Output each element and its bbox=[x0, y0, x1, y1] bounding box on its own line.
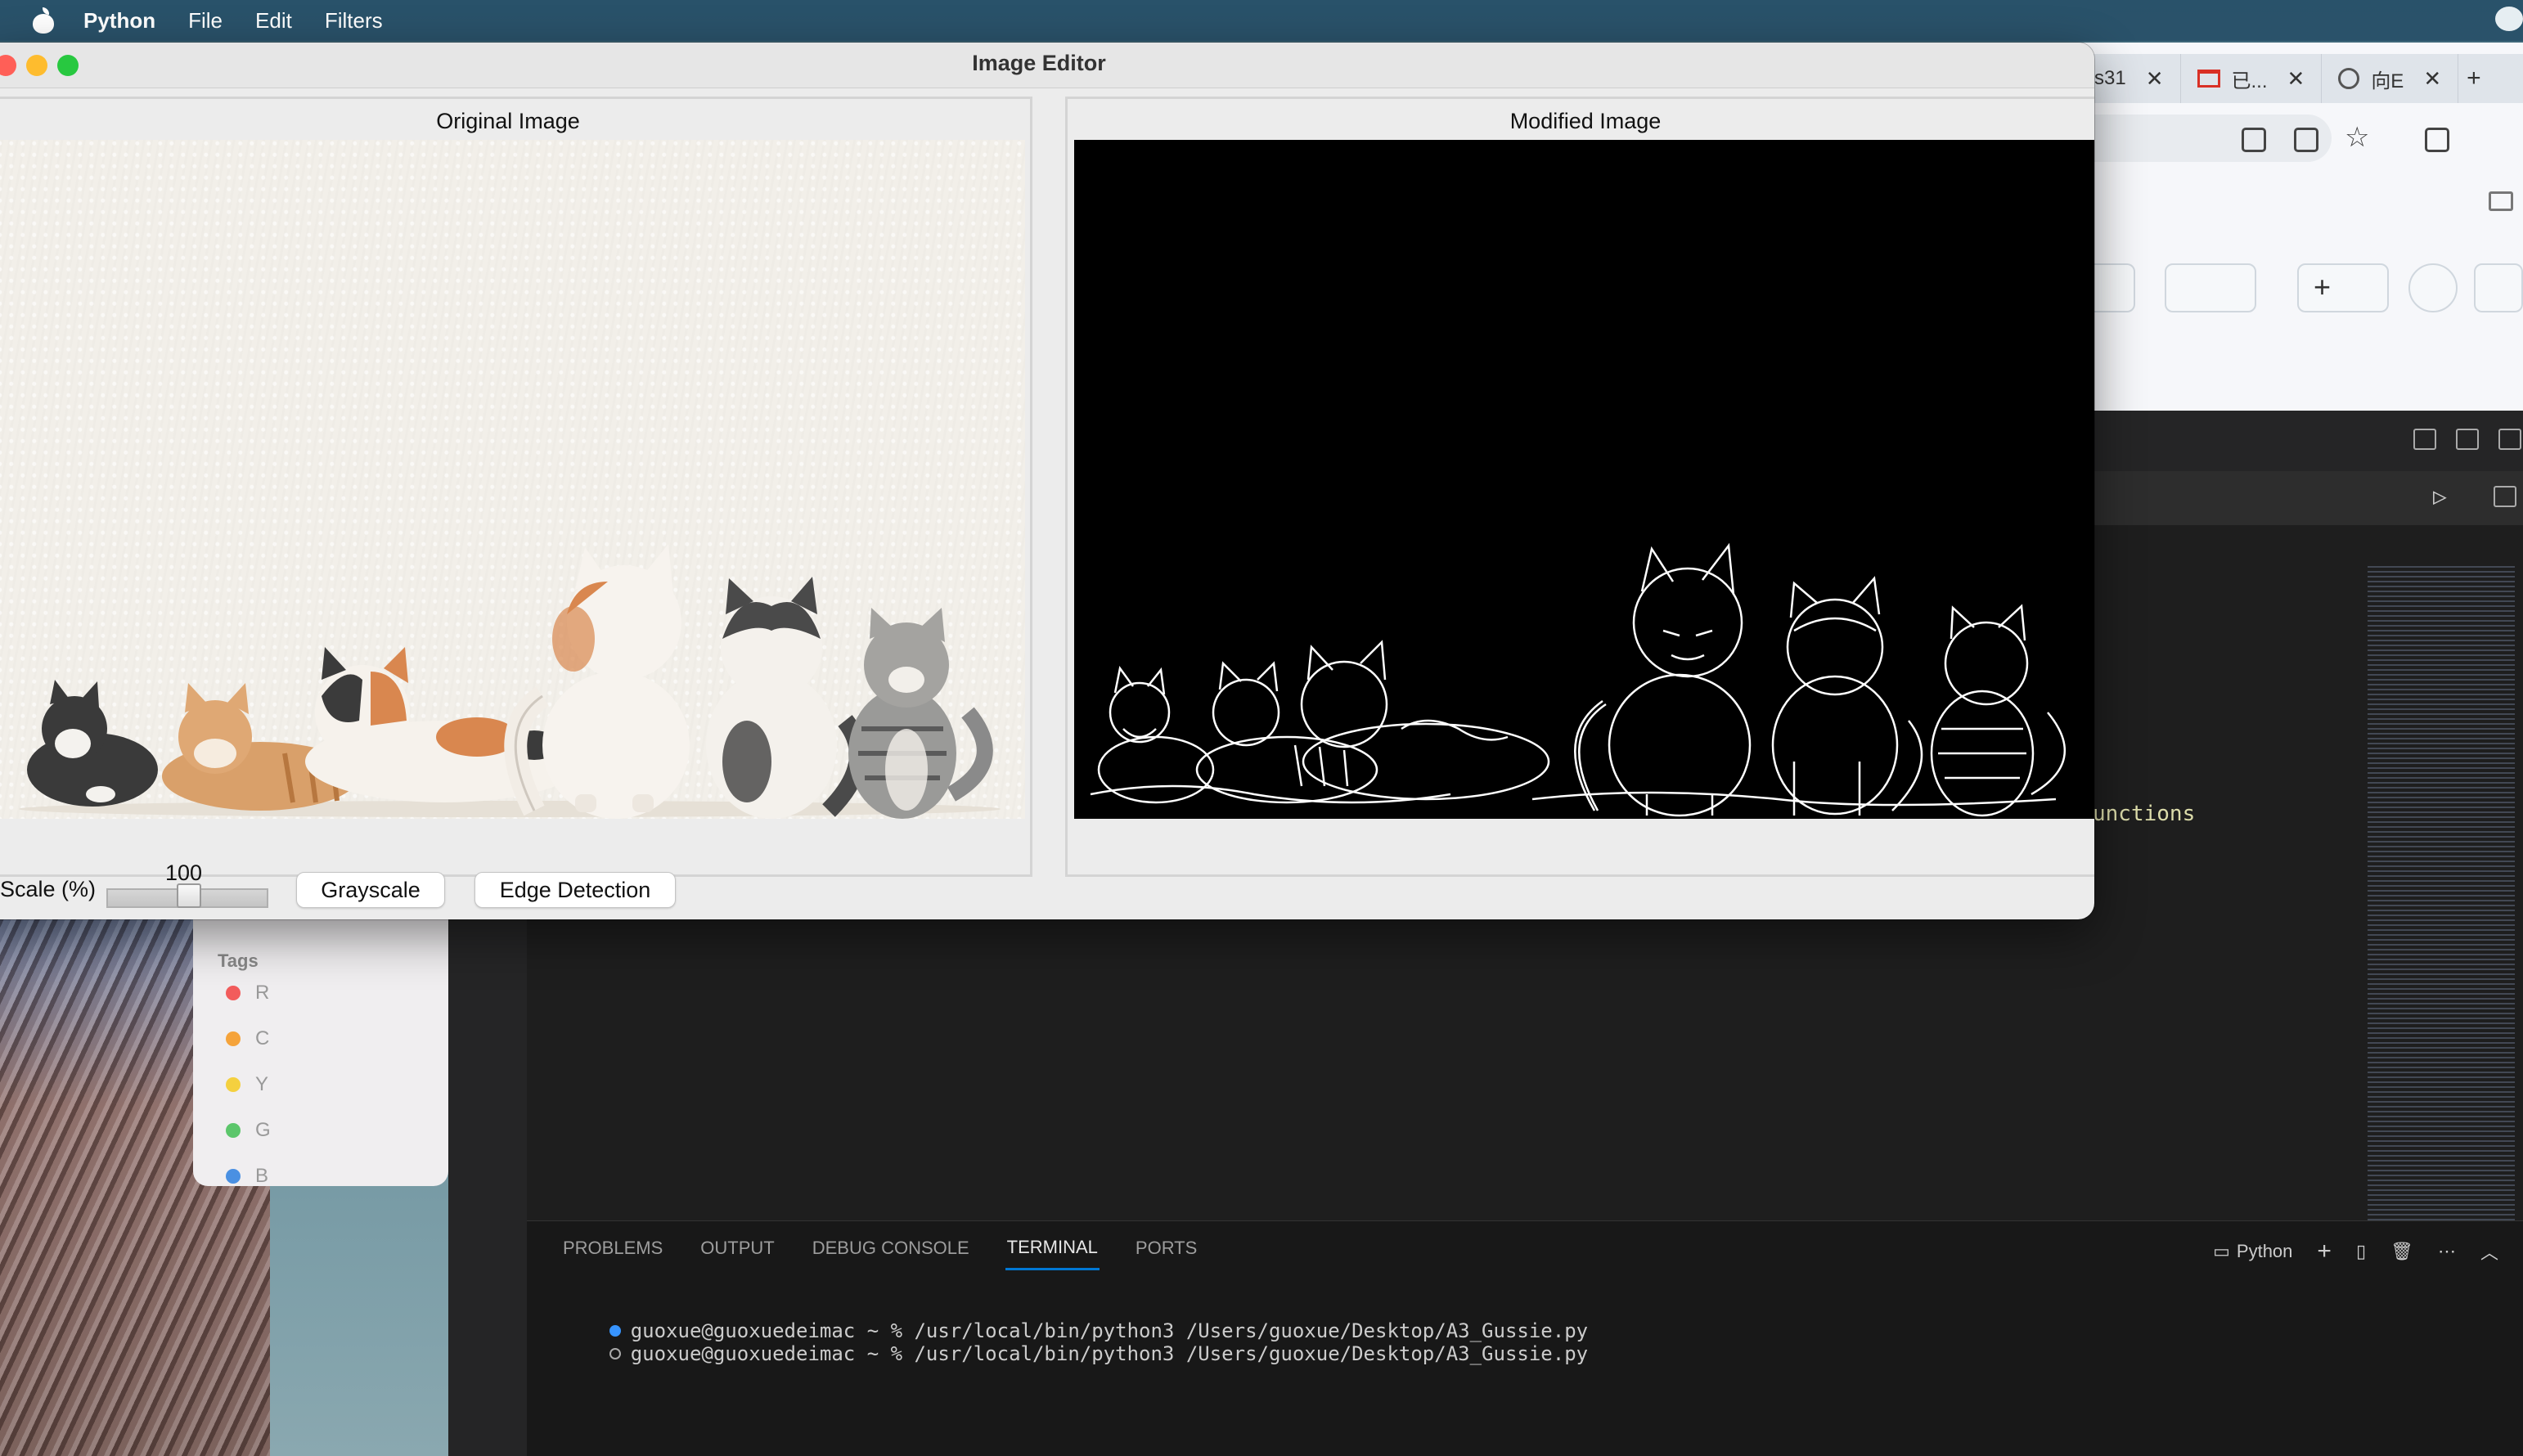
modified-image-label: Modified Image bbox=[1509, 109, 1662, 133]
slider-thumb[interactable] bbox=[177, 883, 201, 908]
tag-item[interactable]: R bbox=[226, 982, 438, 1014]
browser-tab-label: s31 bbox=[2094, 67, 2126, 89]
wechat-icon[interactable] bbox=[2495, 7, 2523, 31]
create-new-button[interactable]: + bbox=[2297, 263, 2389, 312]
menu-bar: Python File Edit Filters bbox=[0, 0, 2523, 41]
status-dot-hollow-icon bbox=[609, 1348, 621, 1359]
panel-tabs: PROBLEMS OUTPUT DEBUG CONSOLE TERMINAL P… bbox=[527, 1221, 1199, 1277]
menu-edit[interactable]: Edit bbox=[255, 8, 292, 34]
browser-tab[interactable]: 已... ✕ bbox=[2181, 54, 2323, 103]
modified-image-canvas[interactable] bbox=[1074, 140, 2094, 819]
edge-detected-cats bbox=[1090, 542, 2067, 817]
terminal-text: guoxue@guoxuedeimac ~ % /usr/local/bin/p… bbox=[630, 1342, 1589, 1365]
pull-requests-button[interactable] bbox=[2474, 263, 2523, 312]
grayscale-button[interactable]: Grayscale bbox=[296, 872, 445, 908]
tag-color-icon bbox=[226, 986, 241, 1000]
scale-value: 100 bbox=[165, 861, 203, 885]
tag-color-icon bbox=[226, 1123, 241, 1138]
tag-item[interactable]: C bbox=[226, 1027, 438, 1060]
controls-bar: Scale (%) 100 Grayscale Edge Detection bbox=[0, 861, 2094, 919]
tag-color-icon bbox=[226, 1031, 241, 1046]
repo-actions: + bbox=[2062, 263, 2523, 337]
star-icon[interactable]: ☆ bbox=[2345, 121, 2369, 154]
window-title: Image Editor bbox=[972, 51, 1106, 75]
terminal-line: guoxue@guoxuedeimac ~ % /usr/local/bin/p… bbox=[538, 1319, 1588, 1388]
toggle-sidebar-icon[interactable] bbox=[2413, 429, 2436, 450]
cats-illustration bbox=[19, 544, 1001, 819]
original-image-panel: Original Image bbox=[0, 97, 1032, 877]
tab-problems[interactable]: PROBLEMS bbox=[561, 1229, 664, 1269]
globe-icon bbox=[2338, 68, 2360, 89]
menu-file[interactable]: File bbox=[188, 8, 223, 34]
close-icon[interactable]: ✕ bbox=[2287, 66, 2305, 92]
tags-header: Tags bbox=[218, 950, 259, 971]
tag-label: Y bbox=[255, 1073, 269, 1095]
image-editor-window: Image Editor Original Image Modified Ima… bbox=[0, 43, 2094, 919]
new-terminal-icon[interactable]: + bbox=[2317, 1238, 2332, 1265]
install-icon[interactable] bbox=[2242, 128, 2266, 152]
extensions-icon[interactable] bbox=[2425, 128, 2449, 152]
tab-output[interactable]: OUTPUT bbox=[699, 1229, 776, 1269]
scale-label: Scale (%) bbox=[0, 877, 97, 901]
tag-color-icon bbox=[226, 1077, 241, 1092]
close-icon[interactable]: ✕ bbox=[2423, 66, 2441, 92]
split-terminal-icon[interactable]: ▯ bbox=[2356, 1241, 2366, 1262]
browser-tab-label: 向E bbox=[2371, 70, 2404, 92]
minimap[interactable] bbox=[2368, 566, 2515, 1220]
tag-item[interactable]: Y bbox=[226, 1073, 438, 1106]
tab-ports[interactable]: PORTS bbox=[1134, 1229, 1199, 1269]
tag-item[interactable]: B bbox=[226, 1165, 438, 1198]
browser-window: s31 ✕ 已... ✕ 向E ✕ + ☆ + bbox=[2062, 43, 2523, 411]
close-icon[interactable]: ✕ bbox=[2146, 66, 2164, 92]
folder-icon[interactable] bbox=[2489, 191, 2513, 211]
browser-tab-label: 已... bbox=[2231, 70, 2268, 92]
split-editor-icon[interactable] bbox=[2494, 486, 2516, 507]
copilot-button[interactable] bbox=[2165, 263, 2256, 312]
toggle-panel-icon[interactable] bbox=[2456, 429, 2479, 450]
chevron-up-icon[interactable]: ︿ bbox=[2480, 1238, 2498, 1265]
scale-slider[interactable] bbox=[106, 883, 268, 908]
original-image-canvas[interactable] bbox=[0, 140, 1025, 819]
panel-actions: ▭ Python + ▯ 🗑 ⋯ ︿ bbox=[2213, 1238, 2523, 1265]
tag-label: G bbox=[255, 1119, 271, 1141]
bottom-panel: PROBLEMS OUTPUT DEBUG CONSOLE TERMINAL P… bbox=[527, 1220, 2523, 1456]
tag-label: R bbox=[255, 982, 270, 1004]
tag-item[interactable]: G bbox=[226, 1119, 438, 1152]
address-bar[interactable] bbox=[2062, 115, 2332, 162]
browser-tab-strip: s31 ✕ 已... ✕ 向E ✕ + bbox=[2078, 54, 2523, 103]
menu-filters[interactable]: Filters bbox=[325, 8, 383, 34]
apple-icon[interactable] bbox=[31, 7, 56, 34]
tag-color-icon bbox=[226, 1169, 241, 1184]
gmail-icon bbox=[2197, 70, 2220, 88]
tag-label: C bbox=[255, 1027, 270, 1049]
finder-sidebar: Tags R C Y G B bbox=[193, 916, 448, 1187]
tab-debug-console[interactable]: DEBUG CONSOLE bbox=[811, 1229, 971, 1269]
tag-label: B bbox=[255, 1165, 269, 1187]
more-icon[interactable]: ⋯ bbox=[2438, 1241, 2456, 1262]
modified-image-panel: Modified Image bbox=[1065, 97, 2094, 877]
edge-detection-button[interactable]: Edge Detection bbox=[474, 872, 676, 908]
terminal-profile[interactable]: Python bbox=[2237, 1241, 2293, 1262]
browser-toolbar: ☆ bbox=[2062, 103, 2523, 172]
browser-tab[interactable]: 向E ✕ bbox=[2322, 54, 2459, 103]
original-image-label: Original Image bbox=[436, 109, 580, 133]
tab-terminal[interactable]: TERMINAL bbox=[1005, 1229, 1100, 1270]
new-tab-button[interactable]: + bbox=[2467, 65, 2481, 92]
title-bar[interactable]: Image Editor bbox=[0, 43, 2094, 88]
run-icon[interactable]: ▷ bbox=[2433, 483, 2447, 510]
terminal-icon: ▭ bbox=[2213, 1241, 2230, 1261]
menu-app-name[interactable]: Python bbox=[83, 8, 155, 34]
toggle-secondary-sidebar-icon[interactable] bbox=[2498, 429, 2521, 450]
trash-icon[interactable]: 🗑 bbox=[2390, 1241, 2413, 1262]
translate-icon[interactable] bbox=[2294, 128, 2318, 152]
issues-button[interactable] bbox=[2408, 263, 2458, 312]
